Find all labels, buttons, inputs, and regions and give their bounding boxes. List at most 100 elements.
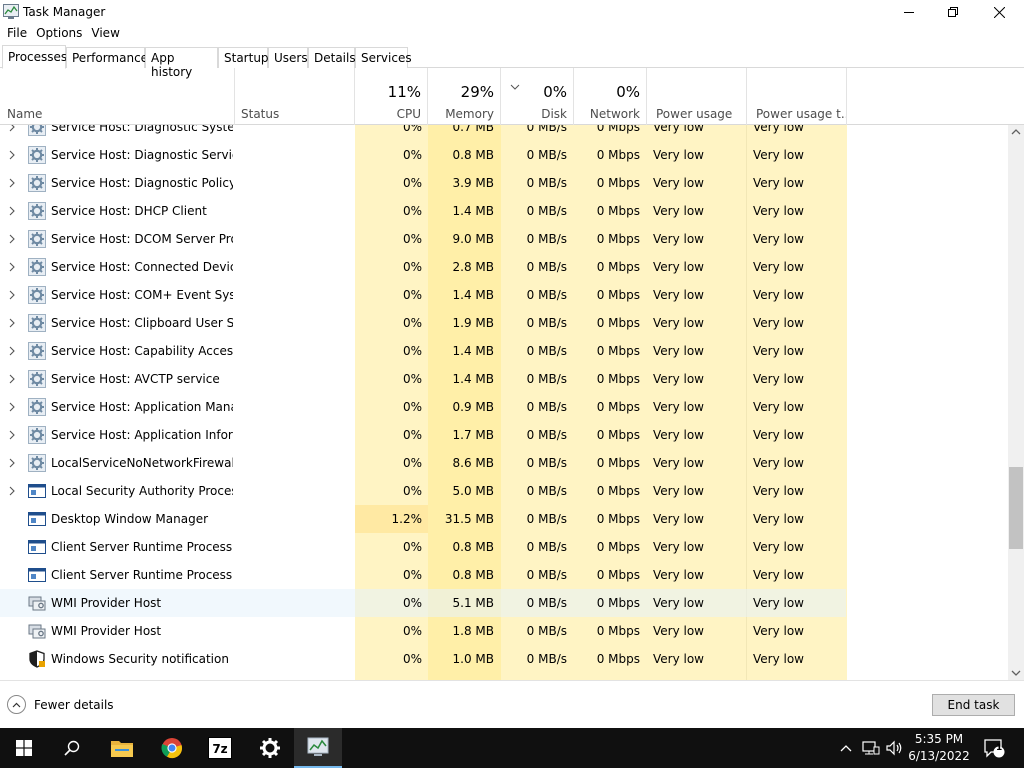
cpu-cell: 0%: [402, 125, 422, 134]
table-row[interactable]: Service Host: Capability Access ... 0% 1.4…: [0, 337, 1008, 365]
taskbar-task-manager[interactable]: [294, 728, 342, 768]
gear-icon: [260, 738, 280, 758]
restore-button[interactable]: [930, 0, 976, 24]
table-row[interactable]: Service Host: Application Infor... 0% 1.7 …: [0, 421, 1008, 449]
process-name: Service Host: Diagnostic Service...: [51, 148, 233, 162]
memory-cell: 1.8 MB: [452, 624, 494, 638]
cpu-cell: 0%: [402, 484, 422, 498]
table-row[interactable]: Service Host: Diagnostic Policy ... 0% 3.9…: [0, 169, 1008, 197]
table-row[interactable]: Service Host: COM+ Event Syste... 0% 1.4 M…: [0, 281, 1008, 309]
taskbar-7zip[interactable]: 7z: [196, 728, 244, 768]
table-row[interactable]: Service Host: Diagnostic Service... 0% 0.8…: [0, 141, 1008, 169]
tab-details[interactable]: Details: [308, 47, 356, 68]
menu-view[interactable]: View: [84, 24, 119, 44]
action-center-button[interactable]: 1: [980, 728, 1008, 768]
vertical-scrollbar[interactable]: [1008, 125, 1024, 680]
search-button[interactable]: [48, 728, 96, 768]
expand-chevron-icon[interactable]: [8, 430, 16, 440]
network-cell: 0 Mbps: [596, 176, 640, 190]
process-name: Service Host: Connected Device...: [51, 260, 233, 274]
column-header-power-usage[interactable]: Power usage: [647, 68, 747, 125]
cpu-cell: 0%: [402, 344, 422, 358]
table-row[interactable]: Service Host: Connected Device... 0% 2.8 M…: [0, 253, 1008, 281]
taskbar-clock[interactable]: 5:35 PM 6/13/2022: [898, 731, 980, 765]
taskbar-chrome[interactable]: [148, 728, 196, 768]
close-button[interactable]: [976, 0, 1022, 24]
tab-app-history[interactable]: App history: [145, 47, 218, 79]
gear-icon: [28, 146, 46, 164]
end-task-button[interactable]: End task: [932, 694, 1015, 716]
expand-chevron-icon[interactable]: [8, 318, 16, 328]
scroll-up-icon[interactable]: [1011, 129, 1021, 135]
expand-chevron-icon[interactable]: [8, 206, 16, 216]
title-bar[interactable]: Task Manager: [0, 0, 1024, 24]
table-row[interactable]: Client Server Runtime Process 0% 0.8 MB 0 M…: [0, 561, 1008, 589]
expand-chevron-icon[interactable]: [8, 262, 16, 272]
table-row[interactable]: Service Host: DCOM Server Proc... 0% 9.0 M…: [0, 225, 1008, 253]
tab-users[interactable]: Users: [268, 47, 308, 68]
expand-chevron-icon[interactable]: [8, 290, 16, 300]
expand-chevron-icon[interactable]: [8, 402, 16, 412]
table-row[interactable]: WMI Provider Host 0% 5.1 MB 0 MB/s 0 Mbps Ver…: [0, 589, 1008, 617]
tab-services[interactable]: Services: [355, 47, 412, 68]
column-header-memory[interactable]: 29% Memory: [428, 68, 501, 125]
power-usage-cell: Very low: [653, 344, 704, 358]
taskbar-file-explorer[interactable]: [98, 728, 146, 768]
table-row[interactable]: Local Security Authority Process... 0% 5.0…: [0, 477, 1008, 505]
table-row[interactable]: Client Server Runtime Process 0% 0.8 MB 0 M…: [0, 533, 1008, 561]
tab-startup[interactable]: Startup: [218, 47, 269, 68]
window-app-icon: [28, 482, 46, 500]
table-row[interactable]: Desktop Window Manager 1.2% 31.5 MB 0 MB/s 0…: [0, 505, 1008, 533]
process-list[interactable]: Service Host: Diagnostic System... 0% 0.7 …: [0, 125, 1008, 680]
column-header-power-usage-trend[interactable]: Power usage t...: [747, 68, 847, 125]
column-cpu-label: CPU: [396, 107, 421, 121]
column-header-status[interactable]: Status: [235, 68, 355, 125]
memory-cell: 8.6 MB: [452, 456, 494, 470]
expand-chevron-icon[interactable]: [8, 125, 16, 132]
table-row[interactable]: LocalServiceNoNetworkFirewall ... 0% 8.6 M…: [0, 449, 1008, 477]
network-cell: 0 Mbps: [596, 540, 640, 554]
power-trend-cell: Very low: [753, 596, 804, 610]
table-row[interactable]: Service Host: Clipboard User Ser... 0% 1.9…: [0, 309, 1008, 337]
start-button[interactable]: [0, 728, 48, 768]
process-name: WMI Provider Host: [51, 596, 162, 610]
table-row[interactable]: Service Host: Application Mana... 0% 0.9 M…: [0, 393, 1008, 421]
table-row[interactable]: Service Host: Diagnostic System... 0% 0.7 …: [0, 125, 1008, 141]
power-usage-cell: Very low: [653, 176, 704, 190]
table-row[interactable]: Service Host: AVCTP service 0% 1.4 MB 0 MB/…: [0, 365, 1008, 393]
column-header-network[interactable]: 0% Network: [574, 68, 647, 125]
scroll-down-icon[interactable]: [1011, 670, 1021, 676]
column-header-disk[interactable]: 0% Disk: [501, 68, 574, 125]
power-trend-cell: Very low: [753, 148, 804, 162]
column-header-name[interactable]: Name: [0, 68, 235, 125]
expand-chevron-icon[interactable]: [8, 346, 16, 356]
expand-chevron-icon[interactable]: [8, 374, 16, 384]
gear-icon: [28, 370, 46, 388]
wmi-icon: [28, 622, 46, 640]
chrome-icon: [161, 738, 183, 759]
expand-chevron-icon[interactable]: [8, 234, 16, 244]
expand-chevron-icon[interactable]: [8, 178, 16, 188]
expand-chevron-icon[interactable]: [8, 486, 16, 496]
fewer-details-link[interactable]: Fewer details: [7, 695, 114, 714]
network-tray-button[interactable]: [860, 728, 882, 768]
tray-overflow-button[interactable]: [836, 728, 856, 768]
table-row[interactable]: WMI Provider Host 0% 1.8 MB 0 MB/s 0 Mbps Ver…: [0, 617, 1008, 645]
menu-options[interactable]: Options: [29, 24, 82, 44]
power-usage-cell: Very low: [653, 484, 704, 498]
process-name: Service Host: COM+ Event Syste...: [51, 288, 233, 302]
column-header-cpu[interactable]: 11% CPU: [355, 68, 428, 125]
scrollbar-thumb[interactable]: [1009, 467, 1023, 549]
window-title: Task Manager: [23, 5, 106, 19]
minimize-button[interactable]: [886, 0, 932, 24]
taskbar-settings[interactable]: [246, 728, 294, 768]
tab-processes[interactable]: Processes: [2, 45, 67, 69]
tab-performance[interactable]: Performance: [66, 47, 148, 68]
table-row[interactable]: Windows Security notification i... 0% 1.0 …: [0, 645, 1008, 673]
column-disk-label: Disk: [541, 107, 567, 121]
expand-chevron-icon[interactable]: [8, 150, 16, 160]
window-app-icon: [28, 566, 46, 584]
table-row[interactable]: Service Host: DHCP Client 0% 1.4 MB 0 MB/s 0…: [0, 197, 1008, 225]
expand-chevron-icon[interactable]: [8, 458, 16, 468]
menu-file[interactable]: File: [0, 24, 27, 44]
